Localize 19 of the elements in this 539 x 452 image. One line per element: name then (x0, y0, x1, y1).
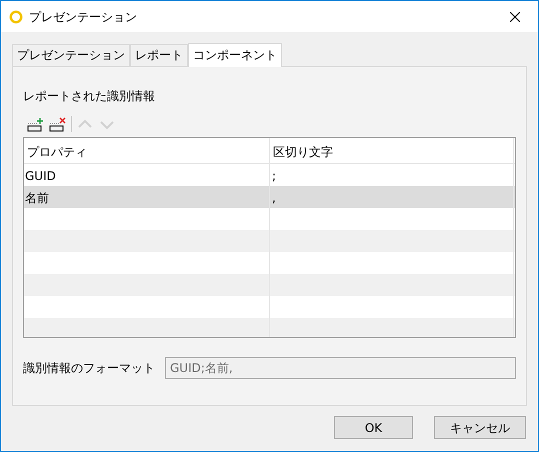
remove-row-button[interactable] (49, 116, 67, 132)
add-row-button[interactable] (27, 116, 45, 132)
section-label: レポートされた識別情報 (23, 88, 156, 105)
table-row[interactable]: 名前 , (24, 186, 515, 208)
add-row-icon (27, 116, 45, 132)
table-cell: , (270, 186, 514, 208)
remove-row-icon (49, 116, 67, 132)
close-icon (510, 12, 520, 22)
table-cell: 名前 (24, 186, 270, 208)
ok-button[interactable]: OK (334, 416, 413, 439)
tab[interactable]: レポート (130, 44, 188, 66)
column-header: プロパティ (24, 138, 270, 163)
tab[interactable]: コンポーネント (188, 43, 282, 67)
column-header: 区切り文字 (270, 138, 514, 163)
window-title: プレゼンテーション (29, 8, 137, 26)
format-label: 識別情報のフォーマット (23, 360, 155, 377)
cancel-button[interactable]: キャンセル (434, 416, 526, 439)
app-icon (9, 10, 23, 24)
tab[interactable]: プレゼンテーション (12, 44, 130, 66)
